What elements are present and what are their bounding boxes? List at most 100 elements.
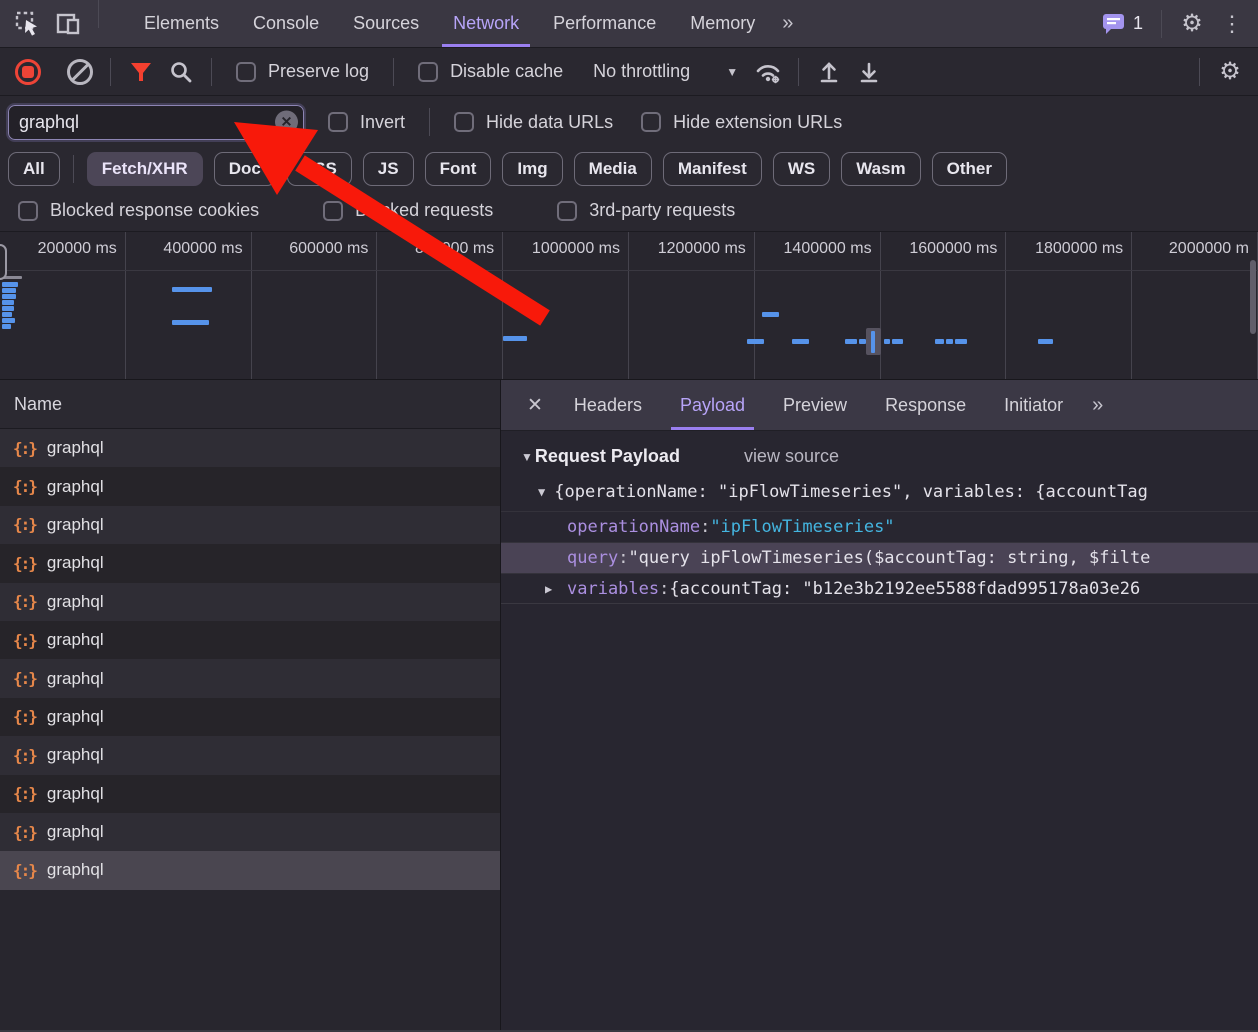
request-timing-bar[interactable] <box>1038 339 1053 344</box>
request-timing-bar[interactable] <box>792 339 809 344</box>
table-row[interactable]: {:} graphql <box>0 582 500 621</box>
third-party-requests-checkbox[interactable] <box>557 200 578 221</box>
request-timing-bar[interactable] <box>2 288 16 293</box>
import-har-icon[interactable] <box>809 52 849 92</box>
blocked-requests-checkbox[interactable] <box>323 200 344 221</box>
hide-extension-urls-checkbox[interactable] <box>641 112 662 132</box>
chip-other[interactable]: Other <box>931 152 1007 186</box>
view-source-link[interactable]: view source <box>744 446 839 467</box>
request-timing-bar[interactable] <box>884 339 890 344</box>
tab-sources[interactable]: Sources <box>336 0 436 47</box>
chip-css[interactable]: CSS <box>286 152 352 186</box>
invert-checkbox[interactable] <box>328 112 348 132</box>
tab-memory[interactable]: Memory <box>673 0 772 47</box>
request-timing-bar[interactable] <box>2 312 12 317</box>
request-timing-bar[interactable] <box>747 339 764 344</box>
tab-elements[interactable]: Elements <box>127 0 236 47</box>
timeline-handle[interactable] <box>0 244 7 280</box>
chip-all[interactable]: All <box>8 152 60 186</box>
request-timing-bar[interactable] <box>172 287 212 292</box>
search-icon[interactable] <box>161 52 201 92</box>
preserve-log-checkbox[interactable] <box>236 61 256 82</box>
invert-toggle[interactable]: Invert <box>328 112 405 133</box>
hide-data-urls-toggle[interactable]: Hide data URLs <box>454 112 613 133</box>
tab-network[interactable]: Network <box>436 0 536 47</box>
request-timing-bar[interactable] <box>892 339 903 344</box>
table-row[interactable]: {:} graphql <box>0 505 500 545</box>
record-network-log-button[interactable] <box>8 52 48 92</box>
disable-cache-toggle[interactable]: Disable cache <box>418 61 563 82</box>
request-timing-bar[interactable] <box>503 336 527 341</box>
inspect-element-icon[interactable] <box>8 4 48 44</box>
preserve-log-toggle[interactable]: Preserve log <box>236 61 369 82</box>
blocked-response-cookies-toggle[interactable]: Blocked response cookies <box>18 200 259 221</box>
payload-root-row[interactable]: ▼ {operationName: "ipFlowTimeseries", va… <box>501 473 1258 511</box>
request-timing-bar[interactable] <box>935 339 944 344</box>
blocked-requests-toggle[interactable]: Blocked requests <box>323 200 493 221</box>
chip-media[interactable]: Media <box>573 152 652 186</box>
request-timing-bar[interactable] <box>859 339 866 344</box>
collapse-triangle-icon[interactable]: ▼ <box>538 485 545 499</box>
table-row[interactable]: {:} graphql <box>0 659 500 698</box>
collapse-triangle-icon[interactable]: ▼ <box>521 450 533 464</box>
chip-fetch-xhr[interactable]: Fetch/XHR <box>86 152 203 186</box>
timeline-scrollbar-thumb[interactable] <box>1250 260 1256 334</box>
disable-cache-checkbox[interactable] <box>418 61 439 82</box>
request-timing-bar[interactable] <box>172 320 209 325</box>
payload-row-query[interactable]: query: "query ipFlowTimeseries($accountT… <box>501 542 1258 573</box>
request-timing-bar[interactable] <box>2 324 11 329</box>
hide-data-urls-checkbox[interactable] <box>454 112 475 132</box>
request-timing-bar[interactable] <box>946 339 953 344</box>
request-timing-bar[interactable] <box>955 339 967 344</box>
close-icon[interactable]: ✕ <box>515 380 555 430</box>
clear-filter-icon[interactable]: ✕ <box>275 110 298 134</box>
payload-row-operationname[interactable]: operationName: "ipFlowTimeseries" <box>501 511 1258 542</box>
network-conditions-icon[interactable] <box>748 52 788 92</box>
clear-network-log-button[interactable] <box>60 52 100 92</box>
request-timing-bar[interactable] <box>2 306 14 311</box>
table-row[interactable]: {:} graphql <box>0 544 500 583</box>
blocked-response-cookies-checkbox[interactable] <box>18 200 38 221</box>
device-toolbar-icon[interactable] <box>48 4 88 44</box>
filter-input[interactable] <box>6 102 306 142</box>
request-timing-bar[interactable] <box>2 300 14 305</box>
table-row[interactable]: {:} graphql <box>0 774 500 813</box>
tab-console[interactable]: Console <box>236 0 336 47</box>
filter-icon[interactable] <box>121 52 161 92</box>
expand-triangle-icon[interactable]: ▶ <box>545 582 552 596</box>
kebab-menu-icon[interactable]: ⋮ <box>1212 4 1252 44</box>
chip-wasm[interactable]: Wasm <box>841 152 921 186</box>
request-timing-bar[interactable] <box>2 282 18 287</box>
table-row[interactable]: {:} graphql <box>0 620 500 660</box>
tab-headers[interactable]: Headers <box>555 380 661 430</box>
network-settings-gear-icon[interactable]: ⚙ <box>1210 52 1250 92</box>
third-party-requests-toggle[interactable]: 3rd-party requests <box>557 200 735 221</box>
table-row[interactable]: {:} graphql <box>0 812 500 852</box>
table-row[interactable]: {:} graphql <box>0 467 500 506</box>
export-har-icon[interactable] <box>849 52 889 92</box>
throttling-select[interactable]: No throttling ▼ <box>593 61 738 82</box>
tab-response[interactable]: Response <box>866 380 985 430</box>
chip-ws[interactable]: WS <box>772 152 831 186</box>
tab-initiator[interactable]: Initiator <box>985 380 1082 430</box>
table-row[interactable]: {:} graphql <box>0 697 500 737</box>
chip-js[interactable]: JS <box>362 152 414 186</box>
request-timing-bar[interactable] <box>2 294 16 299</box>
table-row[interactable]: {:} graphql <box>0 736 500 775</box>
table-row[interactable]: {:} graphql <box>0 429 500 468</box>
more-tabs-icon[interactable]: » <box>772 0 805 47</box>
chip-manifest[interactable]: Manifest <box>662 152 762 186</box>
issues-counter[interactable]: 1 <box>1094 13 1151 35</box>
chip-img[interactable]: Img <box>502 152 563 186</box>
payload-row-variables[interactable]: ▶ variables: {accountTag: "b12e3b2192ee5… <box>501 573 1258 604</box>
settings-gear-icon[interactable]: ⚙ <box>1172 4 1212 44</box>
request-timing-bar[interactable] <box>762 312 779 317</box>
chip-doc[interactable]: Doc <box>213 152 276 186</box>
more-detail-tabs-icon[interactable]: » <box>1082 380 1115 430</box>
tab-performance[interactable]: Performance <box>536 0 673 47</box>
hide-extension-urls-toggle[interactable]: Hide extension URLs <box>641 112 842 133</box>
request-timing-bar[interactable] <box>2 318 15 323</box>
table-row-selected[interactable]: {:} graphql <box>0 851 500 890</box>
tab-payload[interactable]: Payload <box>661 380 764 430</box>
name-column-header[interactable]: Name <box>0 380 500 429</box>
